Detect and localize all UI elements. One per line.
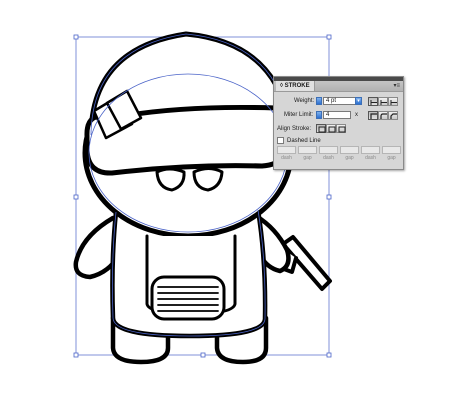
overalls-pocket [150,275,226,321]
dashed-line-checkbox[interactable] [277,137,284,144]
weight-stepper[interactable] [316,97,322,105]
bevel-join-icon [390,113,397,119]
align-stroke-label: Align Stroke: [277,126,312,132]
miter-unit: x [355,112,358,118]
gap-3-field[interactable] [382,146,401,154]
miter-limit-stepper[interactable] [316,111,322,119]
miter-limit-input[interactable]: 4 [323,111,351,119]
tab-stroke[interactable]: ◊ STROKE [276,81,315,91]
align-inside-button[interactable] [326,124,336,133]
tab-stroke-label: STROKE [284,83,310,89]
gap-3-label: gap [387,155,396,161]
align-center-button[interactable] [316,124,326,133]
artboard[interactable] [0,0,450,401]
dashed-line-label: Dashed Line [287,138,321,144]
weight-dropdown-button[interactable]: ▾ [355,97,362,105]
bevel-join-button[interactable] [388,111,398,120]
dash-2-field[interactable] [319,146,338,154]
weight-input[interactable]: 4 pt [323,97,356,105]
gap-1-label: gap [303,155,312,161]
round-cap-button[interactable] [378,97,388,106]
align-outside-button[interactable] [336,124,346,133]
dash-2-label: dash [323,155,334,161]
dash-1-label: dash [281,155,292,161]
dash-3-label: dash [365,155,376,161]
dash-3-field[interactable] [361,146,380,154]
projecting-cap-icon [390,100,397,105]
panel-menu-icon[interactable]: ▾≡ [393,82,400,90]
artwork [73,31,332,365]
stroke-panel: ◊ STROKE ▾≡ Weight: 4 pt ▾ Miter Limit: … [273,76,404,170]
miter-join-button[interactable] [368,111,378,120]
butt-cap-button[interactable] [368,97,378,106]
gap-2-field[interactable] [340,146,359,154]
gap-2-label: gap [345,155,354,161]
miter-limit-label: Miter Limit: [284,112,314,118]
align-outside-icon [338,126,346,133]
dash-1-field[interactable] [277,146,296,154]
projecting-cap-button[interactable] [388,97,398,106]
gap-1-field[interactable] [298,146,317,154]
panel-tab-row: ◊ STROKE ▾≡ [274,81,403,92]
weight-label: Weight: [294,98,315,104]
round-join-button[interactable] [378,111,388,120]
